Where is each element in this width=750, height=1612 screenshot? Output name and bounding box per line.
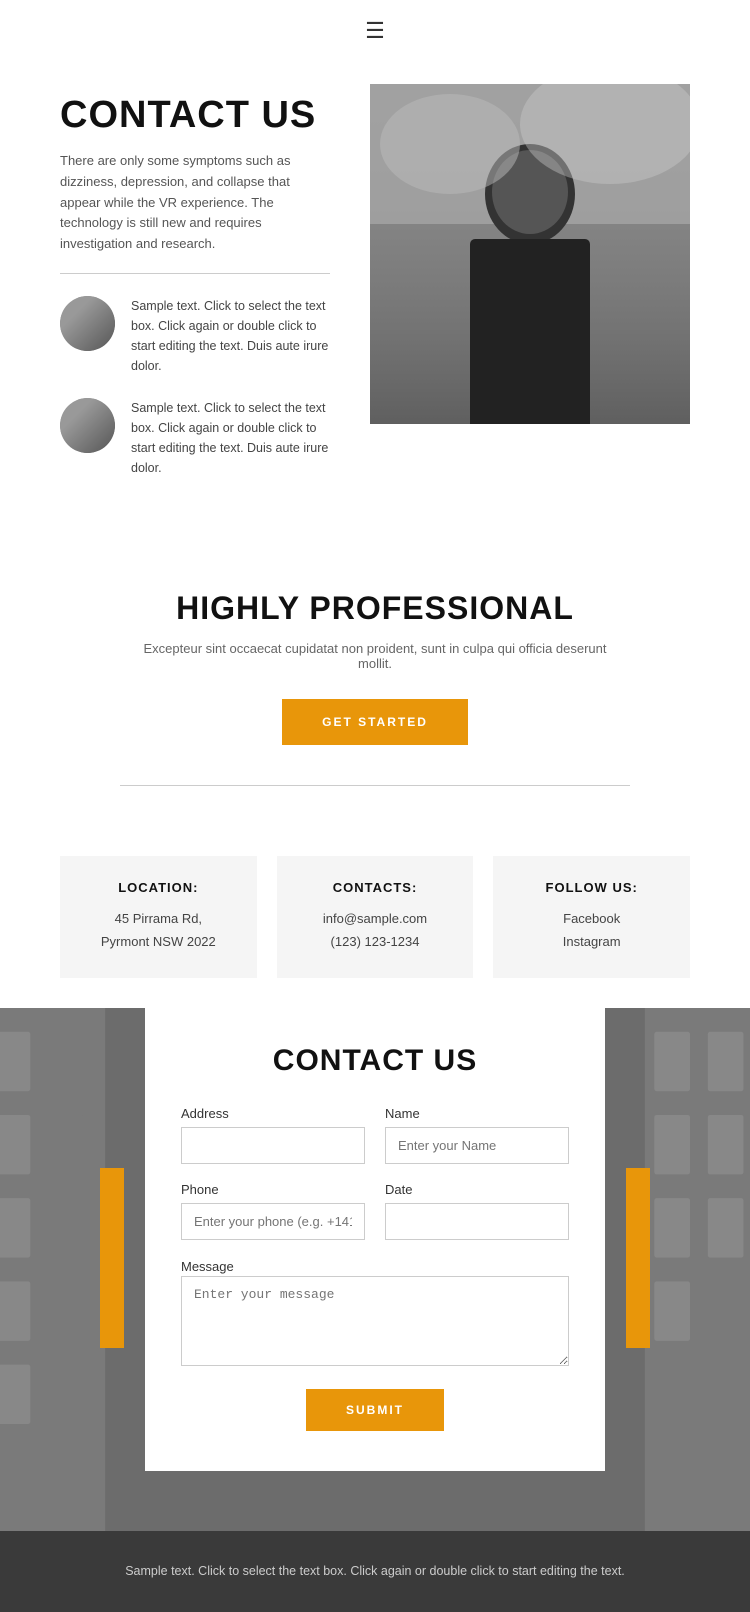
hp-title: HIGHLY PROFESSIONAL [60, 590, 690, 627]
form-col-address: Address [181, 1106, 365, 1164]
message-textarea[interactable] [181, 1276, 569, 1366]
hero-divider [60, 273, 330, 274]
hero-description: There are only some symptoms such as diz… [60, 151, 330, 255]
phone-label: Phone [181, 1182, 365, 1197]
contact-form-section: CONTACT US Address Name Phone Date Messa… [0, 1008, 750, 1531]
info-box-contacts: CONTACTS: info@sample.com (123) 123-1234 [277, 856, 474, 978]
location-label: LOCATION: [80, 880, 237, 895]
hero-title: CONTACT US [60, 94, 330, 137]
form-row-address-name: Address Name [181, 1106, 569, 1164]
form-row-phone-date: Phone Date [181, 1182, 569, 1240]
info-box-location: LOCATION: 45 Pirrama Rd, Pyrmont NSW 202… [60, 856, 257, 978]
name-label: Name [385, 1106, 569, 1121]
date-input[interactable] [385, 1203, 569, 1240]
info-box-follow: FOLLOW US: Facebook Instagram [493, 856, 690, 978]
cf-title: CONTACT US [181, 1044, 569, 1078]
info-boxes: LOCATION: 45 Pirrama Rd, Pyrmont NSW 202… [0, 826, 750, 1008]
contact-person-1: Sample text. Click to select the text bo… [60, 296, 330, 376]
highly-professional-section: HIGHLY PROFESSIONAL Excepteur sint occae… [0, 540, 750, 826]
follow-content: Facebook Instagram [513, 907, 670, 954]
contact-hero-left: CONTACT US There are only some symptoms … [60, 84, 330, 500]
contact-hero-section: CONTACT US There are only some symptoms … [0, 54, 750, 540]
form-col-phone: Phone [181, 1182, 365, 1240]
person2-text: Sample text. Click to select the text bo… [131, 398, 330, 478]
get-started-button[interactable]: GET STARTED [282, 699, 468, 745]
contacts-content: info@sample.com (123) 123-1234 [297, 907, 454, 954]
contact-form-card: CONTACT US Address Name Phone Date Messa… [145, 1008, 605, 1471]
phone-input[interactable] [181, 1203, 365, 1240]
contact-hero-photo [370, 84, 690, 424]
message-label: Message [181, 1259, 234, 1274]
avatar-1 [60, 296, 115, 351]
footer: Sample text. Click to select the text bo… [0, 1531, 750, 1612]
hamburger-icon[interactable]: ☰ [365, 18, 385, 44]
header: ☰ [0, 0, 750, 54]
contacts-label: CONTACTS: [297, 880, 454, 895]
location-content: 45 Pirrama Rd, Pyrmont NSW 2022 [80, 907, 237, 954]
avatar-2 [60, 398, 115, 453]
footer-text: Sample text. Click to select the text bo… [80, 1561, 670, 1582]
address-input[interactable] [181, 1127, 365, 1164]
form-col-name: Name [385, 1106, 569, 1164]
follow-label: FOLLOW US: [513, 880, 670, 895]
form-col-date: Date [385, 1182, 569, 1240]
contact-person-2: Sample text. Click to select the text bo… [60, 398, 330, 478]
address-label: Address [181, 1106, 365, 1121]
date-label: Date [385, 1182, 569, 1197]
name-input[interactable] [385, 1127, 569, 1164]
hp-description: Excepteur sint occaecat cupidatat non pr… [125, 641, 625, 671]
orange-bar-left [100, 1168, 124, 1348]
orange-bar-right [626, 1168, 650, 1348]
hp-divider [120, 785, 630, 786]
submit-button[interactable]: SUBMIT [306, 1389, 444, 1431]
person-photo [370, 84, 690, 424]
form-message-group: Message [181, 1258, 569, 1371]
person1-text: Sample text. Click to select the text bo… [131, 296, 330, 376]
